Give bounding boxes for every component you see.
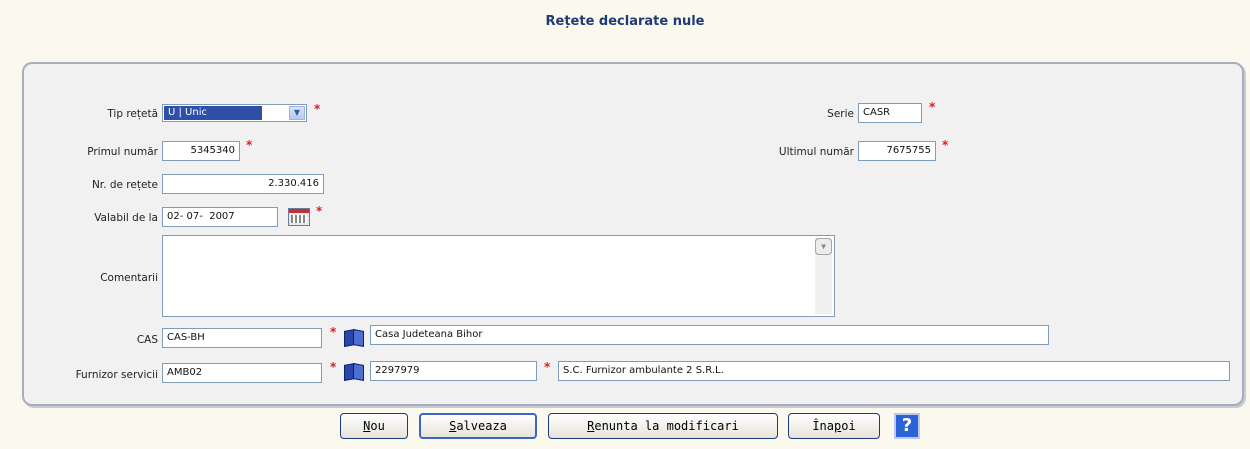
- valabil-label: Valabil de la: [94, 212, 158, 224]
- ultimul-numar-label: Ultimul număr: [778, 146, 854, 158]
- serie-field[interactable]: CASR: [858, 103, 922, 123]
- furnizor-label: Furnizor servicii: [75, 369, 158, 381]
- furnizor-id-field: 2297979: [370, 361, 537, 381]
- valabil-date-field[interactable]: 02- 07- 2007: [162, 207, 278, 227]
- tip-reteta-label: Tip rețetă: [107, 108, 158, 120]
- serie-label: Serie: [827, 108, 854, 120]
- required-marker: *: [942, 138, 949, 152]
- help-icon[interactable]: ?: [894, 413, 920, 439]
- ultimul-numar-field[interactable]: 7675755: [858, 141, 936, 161]
- lookup-book-icon[interactable]: [342, 328, 364, 347]
- textarea-scrollbar[interactable]: ▲ ▼: [815, 238, 832, 314]
- nr-retete-field: 2.330.416: [162, 174, 324, 194]
- cas-label: CAS: [136, 334, 158, 346]
- nou-button[interactable]: Nou: [340, 413, 408, 439]
- nr-retete-label: Nr. de rețete: [91, 179, 158, 191]
- primul-numar-label: Primul număr: [87, 146, 158, 158]
- cas-name-field: Casa Judeteana Bihor: [370, 325, 1049, 345]
- furnizor-code-field[interactable]: AMB02: [162, 363, 322, 383]
- renunta-button[interactable]: Renunta la modificari: [548, 413, 778, 439]
- salveaza-button[interactable]: Salveaza: [419, 413, 537, 439]
- cas-code-field[interactable]: CAS-BH: [162, 328, 322, 348]
- required-marker: *: [330, 360, 337, 374]
- page-title: Rețete declarate nule: [545, 14, 705, 29]
- lookup-book-icon[interactable]: [342, 362, 364, 381]
- required-marker: *: [246, 138, 253, 152]
- scroll-down-icon[interactable]: ▼: [815, 238, 832, 255]
- required-marker: *: [330, 325, 337, 339]
- furnizor-name-field: S.C. Furnizor ambulante 2 S.R.L.: [558, 361, 1230, 381]
- required-marker: *: [314, 102, 321, 116]
- tip-reteta-select[interactable]: U | Unic ▼: [162, 104, 307, 122]
- primul-numar-field[interactable]: 5345340: [162, 141, 240, 161]
- inapoi-button[interactable]: Înapoi: [788, 413, 880, 439]
- tip-reteta-value: U | Unic: [164, 106, 262, 120]
- required-marker: *: [316, 204, 323, 218]
- comentarii-textarea[interactable]: ▲ ▼: [162, 235, 835, 317]
- required-marker: *: [929, 100, 936, 114]
- required-marker: *: [544, 360, 551, 374]
- action-buttons: Nou Salveaza Renunta la modificari Înapo…: [0, 413, 1250, 441]
- comentarii-label: Comentarii: [100, 272, 158, 284]
- calendar-icon[interactable]: [288, 208, 310, 226]
- form-panel: Tip rețetă U | Unic ▼ * Serie CASR * Pri…: [22, 62, 1244, 406]
- chevron-down-icon[interactable]: ▼: [289, 106, 305, 120]
